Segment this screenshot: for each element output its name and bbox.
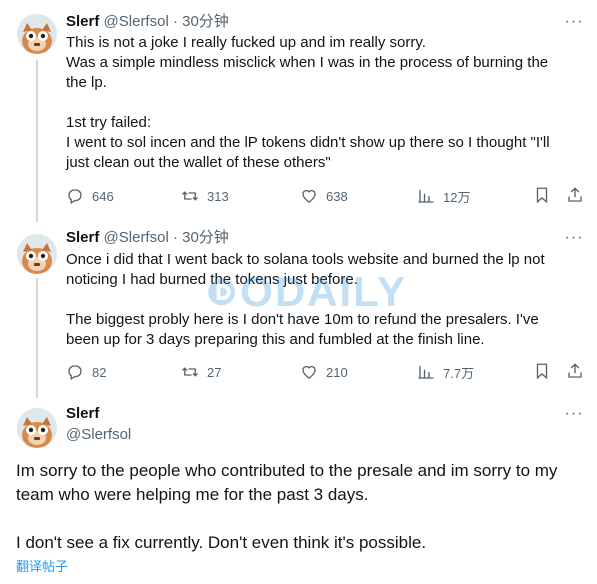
views-icon [418, 366, 434, 379]
retweet-icon [182, 191, 198, 201]
reply-button[interactable]: 82 [66, 362, 106, 382]
reply-icon [68, 365, 82, 380]
views-count: 12万 [443, 189, 471, 205]
display-name[interactable]: Slerf [66, 404, 99, 424]
separator: · [172, 13, 178, 30]
user-handle[interactable]: @Slerfsol [66, 425, 131, 445]
more-icon[interactable]: ··· [564, 228, 584, 248]
like-button[interactable]: 638 [300, 186, 348, 206]
tweet-actions: 646 313 638 12万 [0, 186, 597, 206]
main-tweet[interactable]: Slerf @Slerfsol ··· Im sorry to the peop… [0, 398, 597, 584]
tweet-actions: 82 27 210 7.7万 [0, 362, 597, 382]
share-icon [568, 363, 582, 378]
reply-icon [68, 189, 82, 204]
retweet-button[interactable]: 313 [181, 186, 229, 206]
retweet-count: 27 [207, 364, 222, 380]
thread-tweet-2[interactable]: Slerf @Slerfsol · 30分钟 ··· Once i did th… [0, 222, 597, 398]
translate-link[interactable]: 翻译帖子 [16, 558, 68, 576]
display-name[interactable]: Slerf [66, 13, 99, 30]
bookmark-icon [536, 187, 548, 204]
like-count: 210 [326, 364, 348, 380]
more-icon[interactable]: ··· [564, 12, 584, 32]
views-count: 7.7万 [443, 365, 475, 381]
timestamp[interactable]: 30分钟 [182, 13, 229, 30]
bookmark-button[interactable] [533, 186, 553, 206]
thread-tweet-1[interactable]: Slerf @Slerfsol · 30分钟 ··· This is not a… [0, 0, 597, 222]
views-icon [418, 190, 434, 203]
reply-button[interactable]: 646 [66, 186, 114, 206]
timestamp[interactable]: 30分钟 [182, 229, 229, 246]
tweet-header: Slerf @Slerfsol · 30分钟 [66, 12, 229, 32]
share-icon [568, 187, 582, 202]
user-handle[interactable]: @Slerfsol [104, 229, 169, 246]
reply-count: 82 [92, 364, 107, 380]
views-button[interactable]: 12万 [417, 186, 470, 206]
tweet-text: Im sorry to the people who contributed t… [16, 461, 558, 552]
avatar[interactable] [17, 234, 57, 274]
user-handle[interactable]: @Slerfsol [104, 13, 169, 30]
retweet-button[interactable]: 27 [181, 362, 221, 382]
separator: · [172, 229, 178, 246]
bookmark-button[interactable] [533, 362, 553, 382]
views-button[interactable]: 7.7万 [417, 362, 474, 382]
reply-count: 646 [92, 188, 114, 204]
share-button[interactable] [566, 362, 586, 382]
retweet-count: 313 [207, 188, 229, 204]
tweet-text: Once i did that I went back to solana to… [66, 251, 545, 348]
tweet-header: Slerf @Slerfsol · 30分钟 [66, 228, 229, 248]
like-count: 638 [326, 188, 348, 204]
like-icon [302, 189, 316, 203]
display-name[interactable]: Slerf [66, 229, 99, 246]
avatar[interactable] [17, 14, 57, 54]
more-icon[interactable]: ··· [564, 404, 584, 424]
like-button[interactable]: 210 [300, 362, 348, 382]
share-button[interactable] [566, 186, 586, 206]
retweet-icon [182, 367, 198, 377]
avatar[interactable] [17, 408, 57, 448]
bookmark-icon [536, 363, 548, 380]
tweet-text: This is not a joke I really fucked up an… [66, 34, 550, 171]
like-icon [302, 365, 316, 379]
